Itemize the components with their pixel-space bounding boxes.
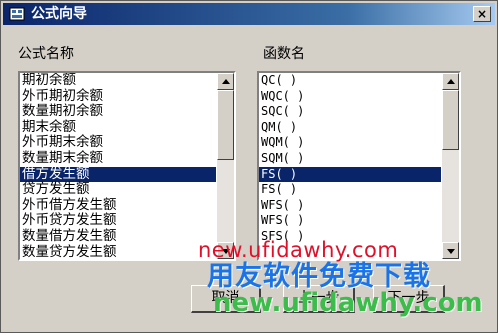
list-item[interactable]: 数量期初余额: [20, 104, 216, 120]
list-item[interactable]: WFS( ): [259, 198, 441, 214]
close-button[interactable]: ×: [473, 6, 491, 22]
scroll-thumb[interactable]: [217, 90, 234, 160]
scroll-thumb[interactable]: [442, 90, 459, 150]
list-item[interactable]: QM( ): [259, 120, 441, 136]
list-item[interactable]: SQC( ): [259, 104, 441, 120]
formula-name-listbox[interactable]: 期初余额 外币期初余额 数量期初余额 期末余额 外币期末余额 数量期末余额 借方发生额 贷方发…: [18, 71, 236, 261]
formula-name-list: 期初余额 外币期初余额 数量期初余额 期末余额 外币期末余额 数量期末余额 借方发生额 贷方发…: [20, 73, 216, 259]
list-item[interactable]: 外币贷方发生额: [20, 213, 216, 229]
formula-wizard-dialog: 公式向导 × 公式名称 函数名 期初余额 外币期初余额 数量期初余额 期末余额 外币期末…: [0, 0, 498, 333]
scroll-up-button[interactable]: [217, 73, 234, 90]
arrow-down-icon: [447, 249, 455, 254]
list-item[interactable]: FS( ): [259, 166, 441, 183]
list-item[interactable]: 数量贷方发生额: [20, 244, 216, 259]
list-item[interactable]: 外币借方发生额: [20, 197, 216, 214]
scroll-up-button[interactable]: [442, 73, 459, 90]
list-item[interactable]: 借方发生额: [20, 166, 216, 183]
function-name-scrollbar[interactable]: [442, 73, 459, 259]
list-item[interactable]: WQC( ): [259, 89, 441, 105]
list-item[interactable]: WFS( ): [259, 213, 441, 229]
function-name-list: QC( ) WQC( ) SQC( ) QM( ) WQM( ) SQM( ) FS( ) F…: [259, 73, 441, 259]
formula-name-scrollbar[interactable]: [217, 73, 234, 259]
function-name-listbox[interactable]: QC( ) WQC( ) SQC( ) QM( ) WQM( ) SQM( ) FS( ) F…: [257, 71, 461, 261]
function-name-label: 函数名: [263, 46, 305, 62]
arrow-up-icon: [447, 79, 455, 84]
close-icon: ×: [476, 7, 488, 21]
list-item[interactable]: FS( ): [259, 182, 441, 198]
list-item[interactable]: 数量借方发生额: [20, 228, 216, 245]
list-item[interactable]: WQM( ): [259, 135, 441, 151]
list-item[interactable]: 贷方发生额: [20, 182, 216, 198]
formula-name-label: 公式名称: [18, 46, 74, 62]
list-item[interactable]: 外币期初余额: [20, 88, 216, 105]
scroll-down-button[interactable]: [442, 242, 459, 259]
list-item[interactable]: QC( ): [259, 73, 441, 89]
list-item[interactable]: SQM( ): [259, 151, 441, 167]
arrow-up-icon: [222, 79, 230, 84]
list-item[interactable]: 外币期末余额: [20, 135, 216, 151]
list-item[interactable]: 期初余额: [20, 73, 216, 89]
window-title: 公式向导: [31, 6, 87, 22]
watermark-url-bottom: new.ufidawhy.com: [213, 288, 483, 318]
list-item[interactable]: 数量期末余额: [20, 150, 216, 167]
window-app-icon: [9, 7, 25, 21]
title-bar[interactable]: 公式向导 ×: [3, 3, 495, 25]
